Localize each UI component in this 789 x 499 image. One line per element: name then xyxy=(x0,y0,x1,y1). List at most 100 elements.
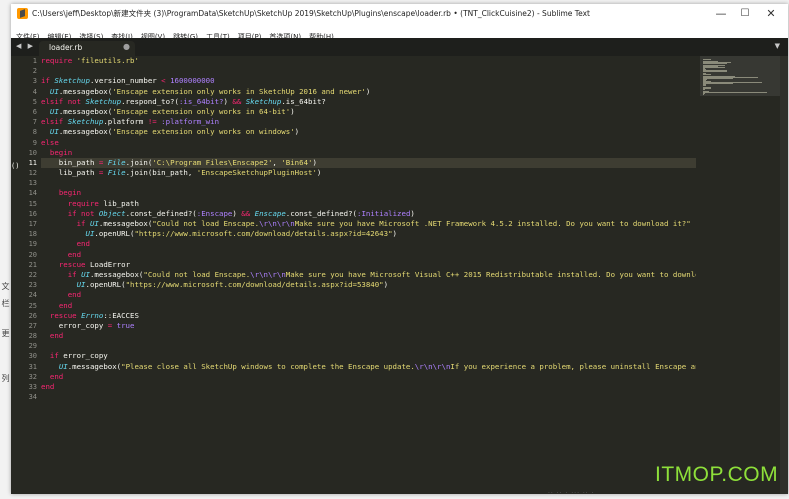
code-line[interactable]: require 'fileutils.rb' xyxy=(41,56,696,66)
code-line[interactable]: end xyxy=(41,301,696,311)
code-token: :Enscape xyxy=(196,208,233,218)
code-token: else xyxy=(41,137,59,147)
code-token: error_copy xyxy=(63,351,108,361)
code-token: ::EACCES xyxy=(103,310,139,320)
code-line[interactable]: end xyxy=(41,372,696,382)
code-token: 'Enscape extension only works in 64-bit' xyxy=(112,106,291,116)
line-number: 30 xyxy=(28,352,37,361)
code-token: ) xyxy=(410,208,415,218)
code-token: "Please close all SketchUp windows to co… xyxy=(121,361,415,371)
line-number: 17 xyxy=(28,220,37,228)
code-line[interactable]: end xyxy=(41,290,696,300)
minimize-button[interactable]: — xyxy=(708,6,734,22)
code-line[interactable]: lib_path = File.join(bin_path, 'EnscapeS… xyxy=(41,168,696,178)
line-number: 28 xyxy=(28,332,37,341)
vertical-scrollbar[interactable] xyxy=(780,56,788,494)
code-token: .is_64bit? xyxy=(281,96,326,106)
code-line[interactable]: UI.messagebox('Enscape extension only wo… xyxy=(41,87,696,97)
code-token: :Initialized xyxy=(357,208,411,218)
code-token: UI xyxy=(89,219,99,228)
code-line[interactable]: if Sketchup.version_number < 1600000000 xyxy=(41,76,696,86)
line-number: 20 xyxy=(28,250,37,259)
code-token: "Could not load Enscape. xyxy=(152,219,260,228)
code-line[interactable] xyxy=(41,392,696,402)
code-token: 'Enscape extension only works in SketchU… xyxy=(112,86,366,96)
code-token: .respond_to?( xyxy=(121,96,179,106)
code-line[interactable]: bin_path = File.join('C:\Program Files\E… xyxy=(41,157,696,169)
code-line[interactable]: UI.openURL("https://www.microsoft.com/do… xyxy=(41,280,696,290)
code-token: .messagebox( xyxy=(98,219,153,228)
code-token: elsif not xyxy=(41,96,86,106)
code-token: error_copy xyxy=(41,320,108,330)
code-line[interactable]: UI.messagebox("Please close all SketchUp… xyxy=(41,362,696,372)
code-line[interactable]: UI.messagebox('Enscape extension only wo… xyxy=(41,127,696,137)
minimap-line xyxy=(703,83,733,85)
code-token: if xyxy=(49,351,64,361)
code-line[interactable]: end xyxy=(41,239,696,249)
line-number: 2 xyxy=(32,67,37,76)
code-token: = xyxy=(98,157,108,167)
code-line[interactable]: end xyxy=(41,250,696,260)
line-number: 33 xyxy=(28,383,37,391)
code-line[interactable]: begin xyxy=(41,188,696,198)
code-line[interactable]: if UI.messagebox("Could not load Enscape… xyxy=(41,270,696,280)
tab-loader-rb[interactable]: loader.rb ● xyxy=(39,41,135,56)
tab-dropdown-icon[interactable]: ▼ xyxy=(775,42,780,50)
code-line[interactable]: end xyxy=(41,331,696,341)
code-line[interactable]: require lib_path xyxy=(41,199,696,209)
code-token: if xyxy=(67,269,82,279)
code-token: = xyxy=(107,320,117,330)
code-editor[interactable]: 1 2 3 4 5 6 7 8 9 10 11 12 13 14 15 16 17 18 19 20 21 22 23 24 2… xyxy=(11,56,696,494)
code-line[interactable] xyxy=(41,178,696,188)
code-token: ) xyxy=(294,127,300,137)
code-token: \r\n\r\n xyxy=(250,269,286,279)
code-token: = xyxy=(98,168,108,178)
code-token: 'fileutils.rb' xyxy=(76,56,139,65)
code-line[interactable]: if UI.messagebox("Could not load Enscape… xyxy=(41,219,696,229)
code-token: UI xyxy=(81,269,90,279)
watermark: ITMOP.COM xyxy=(655,463,779,486)
code-token: .join(bin_path, xyxy=(125,168,197,178)
line-number: 24 xyxy=(28,291,37,300)
code-line[interactable]: error_copy = true xyxy=(41,321,696,331)
code-line[interactable]: rescue LoadError xyxy=(41,260,696,270)
code-line[interactable] xyxy=(41,341,696,351)
code-token: Errno xyxy=(81,310,104,320)
code-line[interactable]: UI.messagebox('Enscape extension only wo… xyxy=(41,107,696,117)
close-button[interactable]: ✕ xyxy=(758,6,784,22)
code-line[interactable]: else xyxy=(41,138,696,148)
code-line[interactable] xyxy=(41,66,696,76)
code-token: .messagebox( xyxy=(58,127,113,137)
code-token: bin_path xyxy=(41,157,99,167)
code-line[interactable]: if not Object.const_defined?(:Enscape) &… xyxy=(41,209,696,219)
minimap-line xyxy=(703,77,734,79)
code-area[interactable]: require 'fileutils.rb' if Sketchup.versio… xyxy=(41,56,696,494)
code-token: begin xyxy=(58,188,82,198)
background-text: ·· ·· · ··· ·· · xyxy=(548,490,595,497)
minimap[interactable] xyxy=(700,56,780,494)
code-token: rescue xyxy=(49,310,82,320)
code-token: .join( xyxy=(125,157,153,167)
maximize-button[interactable]: ☐ xyxy=(732,6,758,22)
code-line[interactable]: if error_copy xyxy=(41,351,696,361)
code-line[interactable]: begin xyxy=(41,148,696,158)
tab-nav-arrows-icon[interactable]: ◀ ▶ xyxy=(16,42,35,50)
line-number: 13 xyxy=(28,179,37,188)
code-line[interactable]: UI.openURL("https://www.microsoft.com/do… xyxy=(41,229,696,239)
code-line[interactable]: rescue Errno::EACCES xyxy=(41,311,696,321)
tab-close-icon[interactable]: ● xyxy=(123,42,130,51)
code-line[interactable]: elsif Sketchup.platform != :platform_win xyxy=(41,117,696,127)
code-line[interactable]: elsif not Sketchup.respond_to?(:is_64bit… xyxy=(41,97,696,107)
title-bar[interactable]: C:\Users\jeff\Desktop\新建文件夹 (3)\ProgramD… xyxy=(11,4,788,24)
code-token: "https://www.microsoft.com/download/deta… xyxy=(125,280,384,290)
code-token: ) xyxy=(232,208,242,218)
code-line[interactable]: end xyxy=(41,382,696,392)
code-token: require xyxy=(41,56,77,65)
